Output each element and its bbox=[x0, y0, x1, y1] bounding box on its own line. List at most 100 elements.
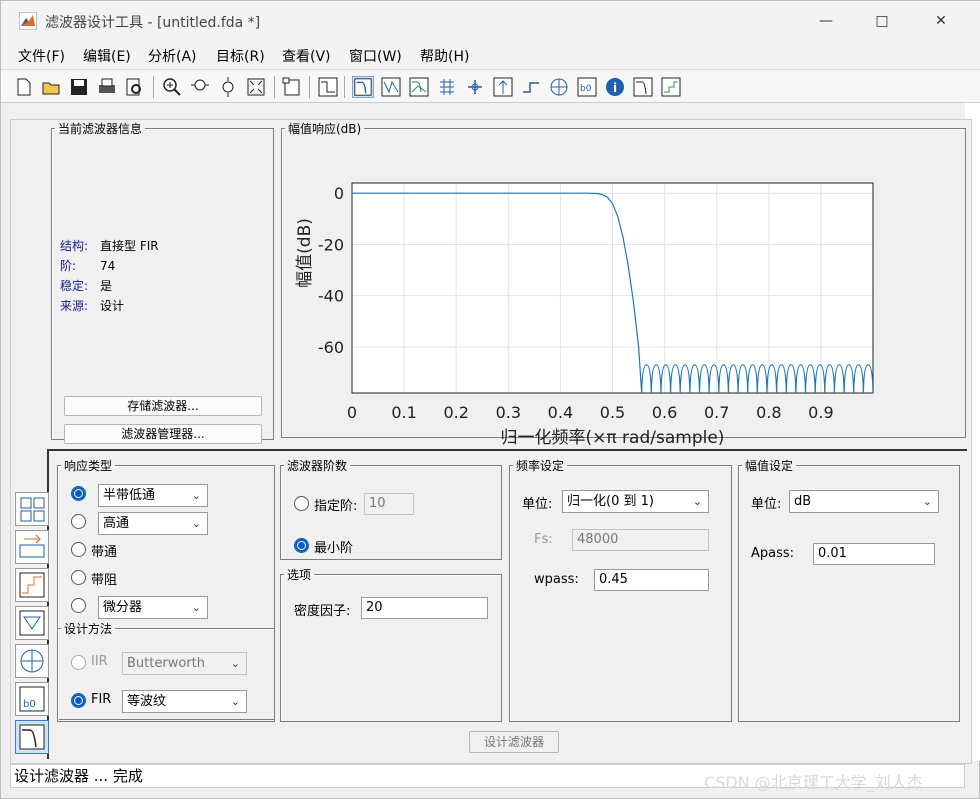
apass-label: Apass: bbox=[751, 546, 795, 561]
highpass-type-select[interactable]: 高通 ⌄ bbox=[98, 512, 208, 535]
chevron-down-icon: ⌄ bbox=[191, 489, 201, 502]
menu-analysis[interactable]: 分析(A) bbox=[148, 46, 197, 66]
sidebar-convert-structure[interactable] bbox=[15, 530, 49, 564]
watermark: CSDN @北京理工大学_刘人杰 bbox=[704, 773, 923, 792]
y-tick-label: -40 bbox=[318, 287, 344, 306]
filter-coefficients-icon[interactable]: b0 bbox=[576, 76, 598, 98]
design-filter-button[interactable]: 设计滤波器 bbox=[469, 731, 559, 753]
step-response-icon[interactable] bbox=[520, 76, 542, 98]
chevron-down-icon: ⌄ bbox=[230, 657, 240, 670]
zoom-x-icon[interactable] bbox=[189, 76, 211, 98]
sidebar-import-filter[interactable]: b0 bbox=[15, 682, 49, 716]
specify-order-input[interactable]: 10 bbox=[364, 493, 414, 515]
main-content: 当前滤波器信息 结构: 直接型 FIR 阶: 74 稳定: 是 来源: 设计 存储滤波器… bbox=[10, 119, 972, 764]
radio-iir[interactable] bbox=[71, 655, 86, 670]
sidebar-realize-model[interactable] bbox=[15, 606, 49, 640]
window-title: 滤波器设计工具 - [untitled.fda *] bbox=[45, 15, 261, 31]
phase-response-icon[interactable] bbox=[380, 76, 402, 98]
x-tick-label: 0.7 bbox=[704, 403, 729, 422]
x-tick-label: 0.2 bbox=[443, 403, 468, 422]
magnitude-response-icon[interactable] bbox=[352, 76, 374, 98]
minimize-icon[interactable]: — bbox=[816, 11, 836, 31]
radio-highpass[interactable] bbox=[71, 514, 86, 529]
radio-differentiator[interactable] bbox=[71, 598, 86, 613]
radio-specify-order[interactable] bbox=[294, 496, 309, 511]
radio-fir[interactable] bbox=[71, 693, 86, 708]
panel-legend: 选项 bbox=[287, 568, 312, 582]
store-filter-button[interactable]: 存储滤波器... bbox=[64, 396, 262, 416]
close-icon[interactable]: ✕ bbox=[931, 11, 951, 31]
wpass-label: wpass: bbox=[534, 572, 579, 587]
wpass-input[interactable]: 0.45 bbox=[594, 569, 709, 591]
menu-view[interactable]: 查看(V) bbox=[282, 46, 331, 66]
frequency-spec-panel: 频率设定 单位: 归一化(0 到 1) ⌄ Fs: 48000 wpass: 0.… bbox=[509, 457, 732, 722]
differentiator-type-select[interactable]: 微分器 ⌄ bbox=[98, 596, 208, 619]
group-delay-icon[interactable] bbox=[436, 76, 458, 98]
y-axis-label: 幅值(dB) bbox=[295, 218, 315, 288]
apass-input[interactable]: 0.01 bbox=[813, 543, 935, 565]
impulse-response-icon[interactable] bbox=[492, 76, 514, 98]
pole-zero-icon[interactable] bbox=[548, 76, 570, 98]
filter-manager-button[interactable]: 滤波器管理器... bbox=[64, 424, 262, 444]
toolbar-separator bbox=[344, 76, 345, 98]
x-axis-label: 归一化频率(×π rad/sample) bbox=[501, 428, 725, 447]
minimum-order-label: 最小阶 bbox=[314, 541, 354, 556]
magnitude-spec-panel: 幅值设定 单位: dB ⌄ Apass: 0.01 bbox=[738, 457, 960, 722]
import-filter-icon: b0 bbox=[19, 686, 45, 712]
sidebar-pole-zero-editor[interactable] bbox=[15, 644, 49, 678]
magnitude-estimate-icon[interactable] bbox=[632, 76, 654, 98]
sidebar-quantize[interactable] bbox=[15, 568, 49, 602]
menu-bar: 文件(F) 编辑(E) 分析(A) 目标(R) 查看(V) 窗口(W) 帮助(H… bbox=[1, 41, 980, 69]
maximize-icon[interactable]: □ bbox=[872, 11, 892, 31]
radio-bandstop[interactable] bbox=[71, 570, 86, 585]
round-off-noise-icon[interactable] bbox=[660, 76, 682, 98]
menu-window[interactable]: 窗口(W) bbox=[349, 46, 402, 66]
density-factor-label: 密度因子: bbox=[294, 604, 351, 619]
info-row-order: 阶: 74 bbox=[60, 259, 116, 273]
app-window: 滤波器设计工具 - [untitled.fda *] — □ ✕ 文件(F) 编… bbox=[0, 0, 980, 799]
magnitude-response-chart[interactable]: 0 0.1 0.2 0.3 0.4 0.5 0.6 0.7 0.8 0.9 0 -20 -40 -60 归一… bbox=[286, 147, 961, 447]
zoom-in-icon[interactable] bbox=[161, 76, 183, 98]
new-file-icon[interactable] bbox=[13, 76, 35, 98]
menu-targets[interactable]: 目标(R) bbox=[216, 46, 265, 66]
magnitude-phase-icon[interactable] bbox=[408, 76, 430, 98]
phase-delay-icon[interactable] bbox=[464, 76, 486, 98]
save-icon[interactable] bbox=[68, 76, 90, 98]
print-preview-icon[interactable] bbox=[123, 76, 145, 98]
filter-info-icon[interactable]: i bbox=[604, 76, 626, 98]
halfband-type-select[interactable]: 半带低通 ⌄ bbox=[98, 484, 208, 507]
chevron-down-icon: ⌄ bbox=[191, 601, 201, 614]
radio-halfband-lowpass[interactable] bbox=[71, 486, 86, 501]
panel-legend: 幅值设定 bbox=[745, 459, 794, 473]
x-tick-label: 0.8 bbox=[756, 403, 781, 422]
sidebar-transform-filter[interactable] bbox=[15, 492, 49, 526]
iir-method-select[interactable]: Butterworth ⌄ bbox=[122, 652, 247, 675]
radio-bandpass[interactable] bbox=[71, 542, 86, 557]
freq-unit-label: 单位: bbox=[522, 497, 553, 512]
fs-input[interactable]: 48000 bbox=[572, 529, 709, 551]
density-factor-input[interactable]: 20 bbox=[361, 597, 488, 619]
mag-unit-label: 单位: bbox=[751, 497, 782, 512]
print-icon[interactable] bbox=[96, 76, 118, 98]
freq-unit-select[interactable]: 归一化(0 到 1) ⌄ bbox=[562, 490, 709, 513]
bandstop-label: 带阻 bbox=[91, 573, 118, 588]
toolbar-separator bbox=[309, 76, 310, 98]
menu-file[interactable]: 文件(F) bbox=[18, 46, 65, 66]
fir-method-select[interactable]: 等波纹 ⌄ bbox=[122, 690, 247, 713]
mag-unit-select[interactable]: dB ⌄ bbox=[789, 490, 939, 513]
menu-help[interactable]: 帮助(H) bbox=[420, 46, 469, 66]
zoom-y-icon[interactable] bbox=[217, 76, 239, 98]
new-figure-icon[interactable] bbox=[281, 76, 303, 98]
x-tick-label: 0.1 bbox=[391, 403, 416, 422]
full-view-icon[interactable] bbox=[245, 76, 267, 98]
sidebar-design-filter[interactable] bbox=[15, 720, 49, 754]
panel-legend: 响应类型 bbox=[64, 459, 113, 473]
toolbar-separator bbox=[153, 76, 154, 98]
menu-edit[interactable]: 编辑(E) bbox=[83, 46, 131, 66]
options-panel: 选项 密度因子: 20 bbox=[280, 566, 502, 722]
realize-model-icon bbox=[19, 610, 45, 636]
bandpass-label: 带通 bbox=[91, 545, 118, 560]
open-folder-icon[interactable] bbox=[41, 76, 63, 98]
filter-spec-icon[interactable] bbox=[317, 76, 339, 98]
radio-minimum-order[interactable] bbox=[294, 538, 309, 553]
